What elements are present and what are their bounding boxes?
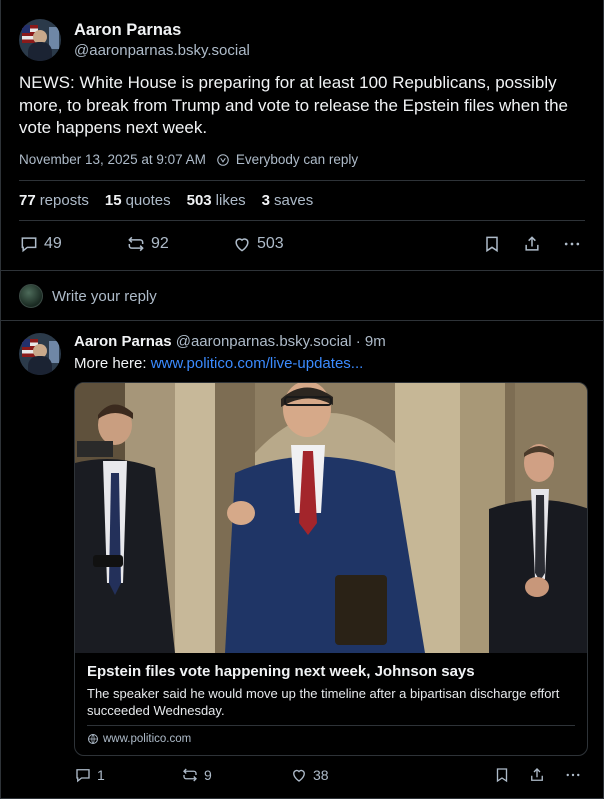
reply-text: More here: www.politico.com/live-updates… bbox=[74, 355, 364, 372]
reply-repost-count: 9 bbox=[204, 767, 212, 783]
reply-input[interactable]: Write your reply bbox=[52, 288, 157, 305]
link-card-image bbox=[75, 383, 587, 653]
more-icon bbox=[564, 242, 580, 246]
reply-share-button[interactable] bbox=[528, 766, 546, 784]
link-card-title[interactable]: Epstein files vote happening next week, … bbox=[87, 663, 475, 680]
reply-reply-count: 1 bbox=[97, 767, 105, 783]
heart-icon bbox=[293, 769, 305, 782]
my-avatar bbox=[19, 284, 43, 308]
reply-like-button[interactable]: 38 bbox=[290, 766, 329, 784]
reply-like-count: 38 bbox=[313, 767, 329, 783]
author-avatar[interactable] bbox=[19, 19, 61, 61]
reply-reply-button[interactable]: 1 bbox=[74, 766, 105, 784]
link-card-domain-row: www.politico.com bbox=[87, 733, 191, 745]
reply-setting-icon bbox=[217, 153, 229, 166]
reply-button[interactable]: 49 bbox=[19, 234, 62, 254]
bookmark-icon bbox=[486, 236, 498, 253]
reposts-stat[interactable]: 77 reposts bbox=[19, 192, 89, 209]
author-handle[interactable]: @aaronparnas.bsky.social bbox=[74, 42, 250, 59]
repost-icon bbox=[183, 768, 197, 782]
like-count: 503 bbox=[257, 235, 284, 252]
reply-more-button[interactable] bbox=[563, 766, 583, 784]
link-card-domain: www.politico.com bbox=[103, 733, 192, 745]
share-button[interactable] bbox=[522, 234, 542, 254]
reply-repost-button[interactable]: 9 bbox=[181, 766, 212, 784]
reply-icon bbox=[76, 769, 90, 783]
bookmark-button[interactable] bbox=[482, 234, 502, 254]
repost-count: 92 bbox=[151, 235, 169, 252]
link-card-description: The speaker said he would move up the ti… bbox=[87, 686, 560, 718]
divider bbox=[19, 220, 585, 221]
post-text: NEWS: White House is preparing for at le… bbox=[19, 73, 569, 137]
post-timestamp: November 13, 2025 at 9:07 AM bbox=[19, 152, 206, 167]
globe-icon bbox=[88, 734, 98, 744]
reply-author-meta: @aaronparnas.bsky.social · 9m bbox=[175, 333, 386, 350]
divider bbox=[1, 320, 603, 321]
reply-author-avatar[interactable] bbox=[19, 333, 61, 375]
divider bbox=[19, 180, 585, 181]
author-name[interactable]: Aaron Parnas bbox=[74, 21, 181, 40]
share-icon bbox=[531, 768, 543, 781]
divider bbox=[1, 270, 603, 271]
divider bbox=[87, 725, 575, 726]
post-thread: Aaron Parnas @aaronparnas.bsky.social NE… bbox=[0, 0, 604, 799]
post-stats: 77 reposts 15 quotes 503 likes 3 saves bbox=[19, 192, 313, 209]
reply-icon bbox=[21, 237, 37, 253]
more-button[interactable] bbox=[561, 234, 583, 254]
more-icon bbox=[566, 773, 580, 777]
reply-bookmark-button[interactable] bbox=[493, 766, 511, 784]
reply-link[interactable]: www.politico.com/live-updates... bbox=[151, 355, 364, 372]
reply-setting[interactable]: Everybody can reply bbox=[236, 152, 358, 167]
reply-author-name[interactable]: Aaron Parnas bbox=[74, 333, 172, 350]
link-card[interactable]: Epstein files vote happening next week, … bbox=[74, 382, 588, 756]
likes-stat[interactable]: 503 likes bbox=[187, 192, 246, 209]
post-meta: November 13, 2025 at 9:07 AM Everybody c… bbox=[19, 152, 358, 167]
heart-icon bbox=[235, 238, 249, 252]
repost-button[interactable]: 92 bbox=[126, 234, 169, 254]
bookmark-icon bbox=[496, 768, 508, 783]
saves-stat[interactable]: 3 saves bbox=[262, 192, 314, 209]
reply-count: 49 bbox=[44, 235, 62, 252]
like-button[interactable]: 503 bbox=[232, 234, 284, 254]
reply-author[interactable]: Aaron Parnas @aaronparnas.bsky.social · … bbox=[74, 333, 386, 350]
repost-icon bbox=[128, 236, 144, 252]
quotes-stat[interactable]: 15 quotes bbox=[105, 192, 171, 209]
share-icon bbox=[525, 236, 539, 251]
